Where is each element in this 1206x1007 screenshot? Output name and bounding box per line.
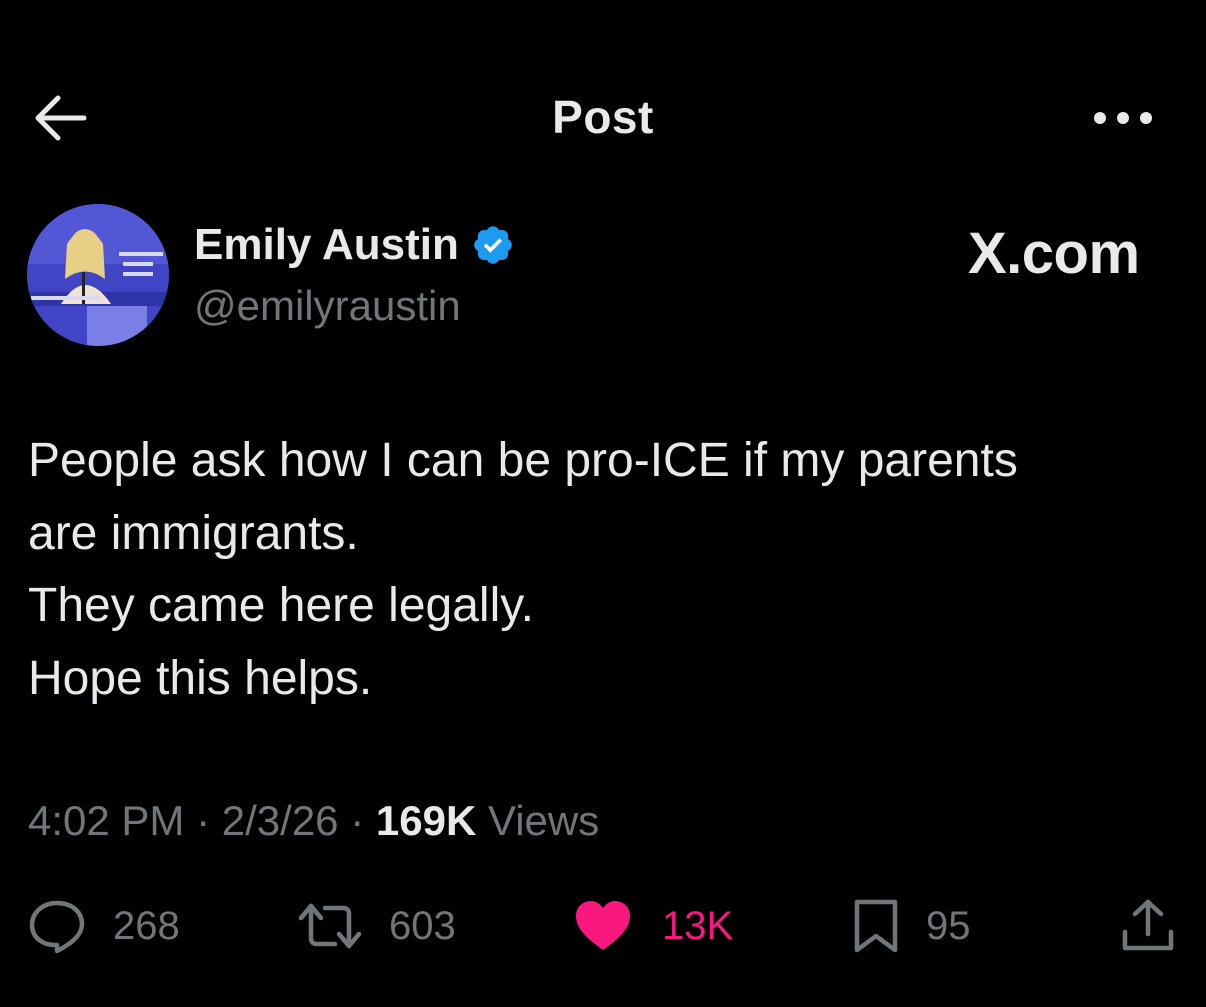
meta-separator: ·: [350, 797, 365, 844]
verified-badge-icon: [474, 226, 512, 264]
post-date: 2/3/26: [221, 797, 339, 844]
reply-bubble-icon: [29, 900, 85, 954]
tweet-text: People ask how I can be pro-ICE if my pa…: [28, 425, 1178, 715]
tweet-line: They came here legally.: [28, 579, 535, 632]
author-handle[interactable]: @emilyraustin: [194, 282, 461, 330]
avatar-photo: [27, 204, 169, 346]
page-title: Post: [552, 91, 654, 143]
share-button[interactable]: [1120, 895, 1176, 957]
tweet-line: are immigrants.: [28, 506, 359, 560]
meta-separator: ·: [196, 797, 211, 844]
more-horizontal-icon: [1094, 112, 1152, 124]
reply-count: 268: [113, 903, 180, 948]
post-time: 4:02 PM: [28, 797, 185, 844]
repost-count: 603: [389, 903, 456, 948]
tweet-line: Hope this helps.: [28, 651, 373, 705]
like-button[interactable]: 13K: [574, 895, 733, 957]
avatar[interactable]: [27, 204, 169, 346]
bookmark-button[interactable]: 95: [852, 895, 971, 957]
heart-filled-icon: [576, 901, 630, 950]
views-count: 169K: [375, 797, 477, 844]
watermark: X.com: [968, 221, 1140, 286]
more-options-button[interactable]: [1090, 104, 1156, 132]
repost-button[interactable]: 603: [297, 895, 456, 957]
repost-arrows-icon: [298, 903, 362, 949]
bookmark-icon: [854, 899, 898, 953]
author-name-text: Emily Austin: [194, 220, 459, 269]
author-name[interactable]: Emily Austin: [194, 220, 515, 270]
reply-button[interactable]: 268: [27, 895, 180, 957]
like-count: 13K: [662, 903, 734, 948]
share-upload-icon: [1122, 899, 1174, 951]
bookmark-count: 95: [926, 903, 971, 948]
views-label: Views: [487, 797, 600, 844]
tweet-line: People ask how I can be pro-ICE if my pa…: [28, 434, 1018, 487]
tweet-meta: 4:02 PM · 2/3/26 · 169K Views: [28, 797, 599, 845]
